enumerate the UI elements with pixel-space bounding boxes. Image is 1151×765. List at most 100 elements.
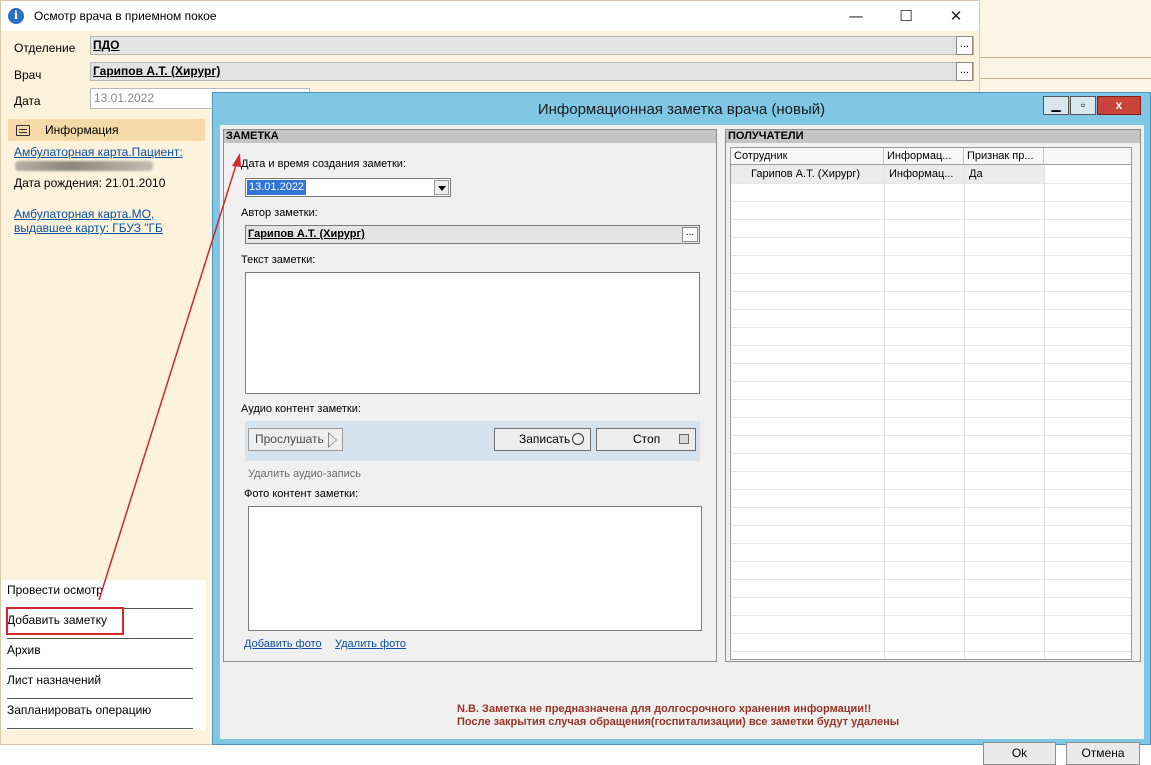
patient-card-link[interactable]: Амбулаторная карта.Пациент: [14, 145, 183, 159]
record-icon [572, 433, 584, 445]
recipients-group: ПОЛУЧАТЕЛИ Сотрудник Информац... Признак… [725, 129, 1141, 662]
table-row-line [731, 273, 1131, 274]
column-header-flag[interactable]: Признак пр... [964, 148, 1044, 165]
action-examine[interactable]: Провести осмотр [7, 583, 103, 597]
table-row-line [731, 597, 1131, 598]
department-browse-button[interactable]: ... [956, 36, 973, 55]
note-text-input[interactable] [245, 272, 700, 394]
photo-area[interactable] [248, 506, 702, 631]
record-button[interactable]: Записать [494, 428, 591, 451]
stop-button[interactable]: Стоп [596, 428, 696, 451]
dialog-title-bar: Информационная заметка врача (новый) ▁ ▫… [213, 93, 1150, 124]
minimize-button[interactable]: — [839, 4, 873, 28]
mo-card-link-continued[interactable]: выдавшее карту: ГБУЗ "ГБ [14, 221, 163, 235]
actions-panel: Провести осмотр Добавить заметку Архив Л… [1, 580, 206, 730]
table-column-line [964, 165, 965, 659]
table-row-line [731, 453, 1131, 454]
info-panel-header[interactable]: Информация [8, 119, 205, 141]
action-divider [7, 638, 193, 639]
table-row-line [731, 237, 1131, 238]
ok-button[interactable]: Ok [983, 742, 1056, 765]
info-icon: i [8, 8, 24, 24]
photo-label: Фото контент заметки: [244, 488, 359, 500]
column-header-employee[interactable]: Сотрудник [731, 148, 884, 165]
table-column-line [884, 165, 885, 659]
warning-line-2: После закрытия случая обращения(госпитал… [457, 716, 900, 728]
background-divider [979, 78, 1151, 79]
audio-label: Аудио контент заметки: [241, 403, 361, 415]
info-panel-title: Информация [45, 123, 119, 137]
text-label: Текст заметки: [241, 254, 316, 266]
delete-photo-link[interactable]: Удалить фото [335, 638, 406, 650]
table-row-line [731, 579, 1131, 580]
table-row-line [731, 633, 1131, 634]
table-row-line [731, 201, 1131, 202]
table-row-line [731, 561, 1131, 562]
cell-employee[interactable]: Гарипов А.Т. (Хирург) [731, 165, 884, 183]
author-label: Автор заметки: [241, 207, 318, 219]
table-row-line [731, 309, 1131, 310]
doctor-browse-button[interactable]: ... [956, 62, 973, 81]
cell-info[interactable]: Информац... [884, 165, 964, 183]
action-plan-surgery[interactable]: Запланировать операцию [7, 703, 151, 717]
date-label: Дата [14, 94, 41, 108]
annotation-highlight-box [6, 607, 124, 635]
notes-icon [16, 125, 30, 136]
department-field[interactable]: ПДО ... [90, 36, 974, 55]
table-row-line [731, 255, 1131, 256]
listen-label: Прослушать [255, 432, 324, 446]
author-field[interactable]: Гарипов А.Т. (Хирург) ... [245, 225, 700, 244]
table-row-line [731, 219, 1131, 220]
table-row-line [731, 363, 1131, 364]
table-column-line [1044, 165, 1045, 659]
window-title: Осмотр врача в приемном покое [34, 9, 217, 23]
created-date-combo[interactable]: 13.01.2022 [245, 178, 451, 197]
table-row-line [731, 381, 1131, 382]
doctor-field[interactable]: Гарипов А.Т. (Хирург) ... [90, 62, 974, 81]
author-value: Гарипов А.Т. (Хирург) [248, 228, 365, 240]
table-row-line [731, 615, 1131, 616]
table-row-line [731, 345, 1131, 346]
table-row-line [731, 525, 1131, 526]
column-header-info[interactable]: Информац... [884, 148, 964, 165]
dialog-body: ЗАМЕТКА Дата и время создания заметки: 1… [220, 125, 1144, 765]
dialog-maximize-button[interactable]: ▫ [1070, 96, 1096, 115]
column-header-empty [1044, 148, 1131, 165]
close-button[interactable]: ✕ [939, 4, 973, 28]
play-icon [328, 432, 337, 448]
add-photo-link[interactable]: Добавить фото [244, 638, 322, 650]
birth-date: Дата рождения: 21.01.2010 [14, 176, 166, 190]
created-label: Дата и время создания заметки: [241, 158, 406, 170]
dialog-close-button[interactable]: x [1097, 96, 1141, 115]
recipients-table[interactable]: Сотрудник Информац... Признак пр... Гари… [730, 147, 1132, 660]
mo-card-link[interactable]: Амбулаторная карта.МО, [14, 207, 154, 221]
chevron-down-icon[interactable] [434, 180, 449, 195]
background-divider [979, 57, 1151, 58]
table-row-line [731, 471, 1131, 472]
doctor-label: Врач [14, 68, 42, 82]
action-divider [7, 728, 193, 729]
action-prescriptions[interactable]: Лист назначений [7, 673, 101, 687]
listen-button[interactable]: Прослушать [248, 428, 343, 451]
table-row-line [731, 291, 1131, 292]
table-row-line [731, 507, 1131, 508]
author-browse-button[interactable]: ... [682, 227, 698, 242]
table-row-line [731, 183, 1131, 184]
table-row-line [731, 489, 1131, 490]
cell-flag[interactable]: Да [964, 165, 1044, 183]
doctor-value: Гарипов А.Т. (Хирург) [93, 64, 221, 78]
maximize-button[interactable]: ☐ [889, 4, 923, 28]
cancel-button[interactable]: Отмена [1066, 742, 1140, 765]
department-value: ПДО [93, 38, 120, 52]
dialog-minimize-button[interactable]: ▁ [1043, 96, 1069, 115]
recipients-group-header: ПОЛУЧАТЕЛИ [726, 130, 1140, 143]
delete-audio-link[interactable]: Удалить аудио-запись [248, 468, 361, 480]
table-row-line [731, 417, 1131, 418]
stop-label: Стоп [633, 432, 661, 446]
warning-line-1: N.B. Заметка не предназначена для долгос… [457, 703, 872, 715]
action-archive[interactable]: Архив [7, 643, 41, 657]
table-row-line [731, 399, 1131, 400]
action-divider [7, 668, 193, 669]
dialog-title: Информационная заметка врача (новый) [537, 101, 826, 118]
table-row-line [731, 651, 1131, 652]
